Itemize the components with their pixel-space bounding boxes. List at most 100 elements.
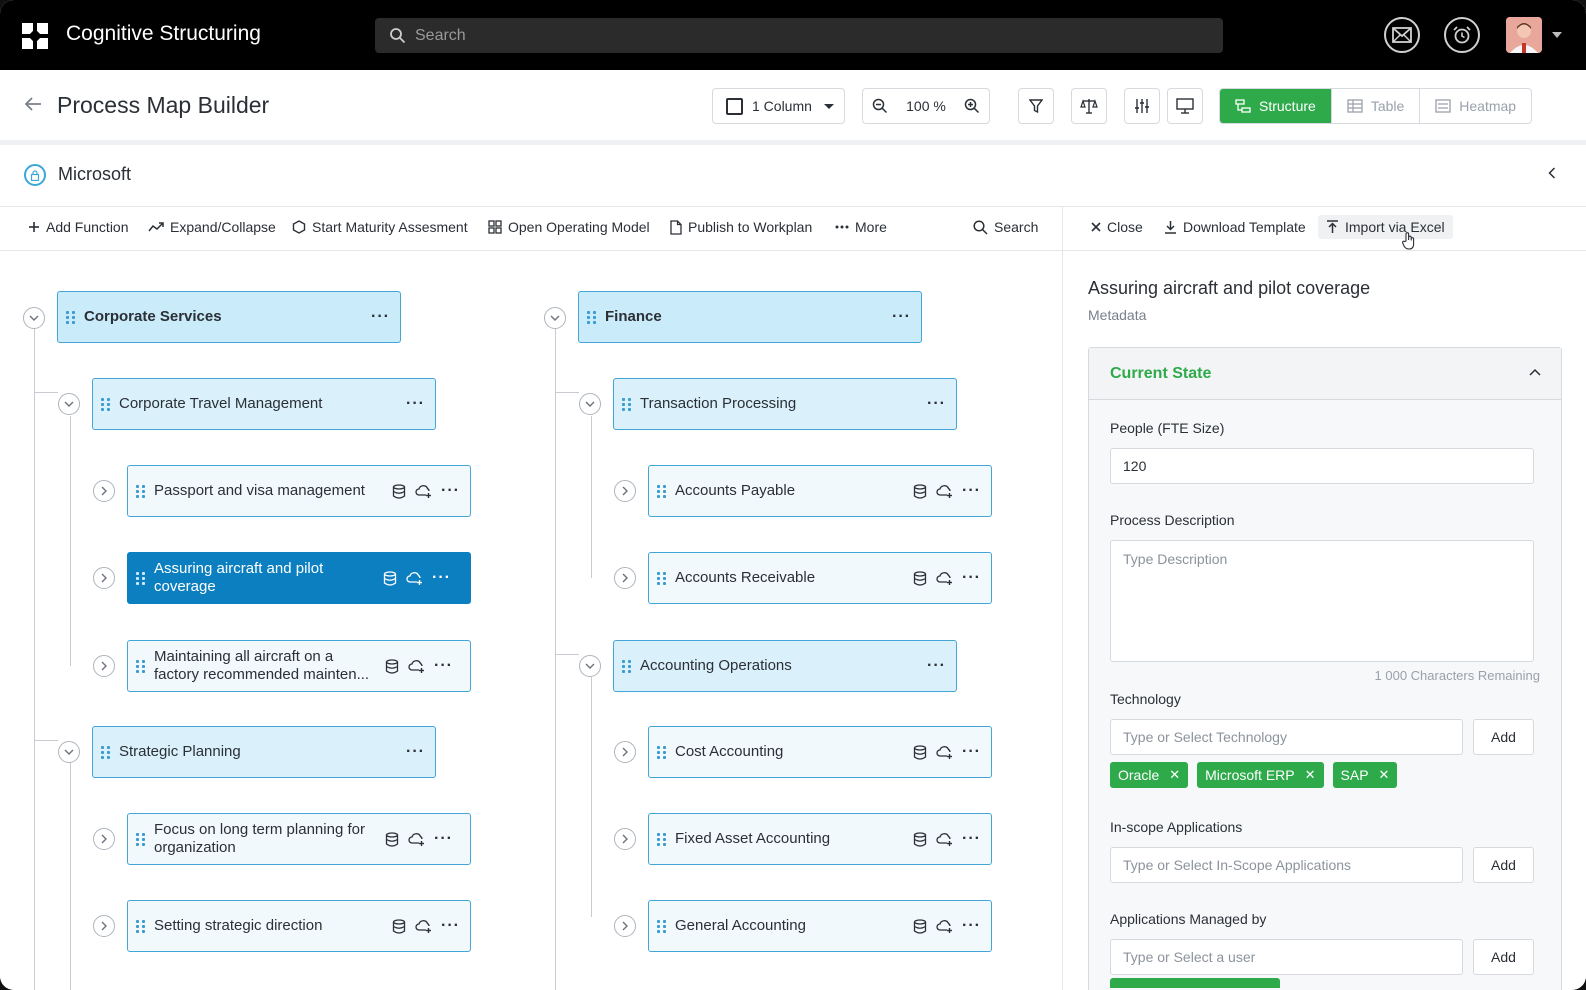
drag-handle-icon[interactable] (136, 484, 146, 498)
drag-handle-icon[interactable] (66, 310, 76, 324)
presentation-button[interactable] (1167, 88, 1203, 124)
more-horizontal-icon[interactable]: ··· (434, 830, 453, 848)
add-manager-button[interactable]: Add (1473, 939, 1534, 975)
drag-handle-icon[interactable] (136, 571, 146, 585)
database-icon[interactable] (385, 658, 399, 674)
drag-handle-icon[interactable] (587, 310, 597, 324)
process-group-node[interactable]: Accounting Operations ··· (613, 640, 957, 692)
publish-button[interactable]: Publish to Workplan (670, 219, 812, 235)
process-node[interactable]: Accounts Receivable ··· (648, 552, 992, 604)
cloud-add-icon[interactable] (936, 832, 953, 847)
description-textarea[interactable] (1110, 540, 1534, 662)
zoom-in-button[interactable] (955, 89, 989, 123)
process-node[interactable]: Focus on long term planning for organiza… (127, 813, 471, 865)
applications-input[interactable] (1110, 847, 1463, 883)
app-logo-icon[interactable] (22, 23, 48, 49)
process-node[interactable]: Cost Accounting ··· (648, 726, 992, 778)
add-technology-button[interactable]: Add (1473, 719, 1534, 755)
collapse-toggle[interactable] (23, 307, 45, 329)
expand-toggle[interactable] (614, 828, 636, 850)
chevron-down-icon[interactable] (1552, 32, 1562, 38)
messages-button[interactable] (1384, 17, 1420, 53)
cloud-add-icon[interactable] (936, 571, 953, 586)
drag-handle-icon[interactable] (657, 571, 667, 585)
process-node-selected[interactable]: Assuring aircraft and pilot coverage ··· (127, 552, 471, 604)
cloud-add-icon[interactable] (408, 659, 425, 674)
more-horizontal-icon[interactable]: ··· (371, 308, 390, 326)
collapse-toggle[interactable] (579, 655, 601, 677)
function-node[interactable]: Corporate Services ··· (57, 291, 401, 343)
balance-button[interactable] (1071, 88, 1107, 124)
chevron-left-icon[interactable] (1548, 167, 1556, 179)
drag-handle-icon[interactable] (622, 659, 632, 673)
more-horizontal-icon[interactable]: ··· (406, 743, 425, 761)
cloud-add-icon[interactable] (408, 832, 425, 847)
chevron-up-icon[interactable] (1529, 368, 1541, 376)
more-horizontal-icon[interactable]: ··· (927, 657, 946, 675)
cloud-add-icon[interactable] (415, 484, 432, 499)
add-function-button[interactable]: Add Function (28, 219, 129, 235)
save-button-partial[interactable] (1110, 978, 1280, 988)
expand-toggle[interactable] (93, 655, 115, 677)
tab-heatmap[interactable]: Heatmap (1419, 89, 1531, 123)
alarm-button[interactable] (1444, 17, 1480, 53)
drag-handle-icon[interactable] (136, 659, 146, 673)
add-application-button[interactable]: Add (1473, 847, 1534, 883)
back-arrow-icon[interactable] (24, 96, 42, 112)
database-icon[interactable] (383, 570, 397, 586)
cloud-add-icon[interactable] (415, 919, 432, 934)
technology-input[interactable] (1110, 719, 1463, 755)
more-horizontal-icon[interactable]: ··· (406, 395, 425, 413)
current-state-header[interactable]: Current State (1089, 348, 1561, 400)
more-horizontal-icon[interactable]: ··· (892, 308, 911, 326)
process-node[interactable]: Setting strategic direction ··· (127, 900, 471, 952)
tab-structure[interactable]: Structure (1220, 89, 1331, 123)
expand-toggle[interactable] (93, 828, 115, 850)
more-horizontal-icon[interactable]: ··· (962, 743, 981, 761)
open-operating-model-button[interactable]: Open Operating Model (488, 219, 650, 235)
drag-handle-icon[interactable] (622, 397, 632, 411)
database-icon[interactable] (913, 831, 927, 847)
database-icon[interactable] (913, 744, 927, 760)
drag-handle-icon[interactable] (657, 832, 667, 846)
filter-button[interactable] (1018, 88, 1054, 124)
process-group-node[interactable]: Transaction Processing ··· (613, 378, 957, 430)
database-icon[interactable] (913, 918, 927, 934)
global-search[interactable] (375, 18, 1223, 53)
managed-by-input[interactable] (1110, 939, 1463, 975)
expand-toggle[interactable] (614, 915, 636, 937)
collapse-toggle[interactable] (58, 741, 80, 763)
tree-search-button[interactable]: Search (973, 219, 1038, 235)
process-group-node[interactable]: Corporate Travel Management ··· (92, 378, 436, 430)
expand-toggle[interactable] (614, 741, 636, 763)
process-node[interactable]: Passport and visa management ··· (127, 465, 471, 517)
cloud-add-icon[interactable] (936, 745, 953, 760)
start-maturity-button[interactable]: Start Maturity Assesment (292, 219, 468, 235)
cloud-add-icon[interactable] (936, 484, 953, 499)
download-template-button[interactable]: Download Template (1164, 219, 1306, 235)
more-horizontal-icon[interactable]: ··· (962, 569, 981, 587)
more-horizontal-icon[interactable]: ··· (434, 657, 453, 675)
expand-toggle[interactable] (93, 567, 115, 589)
collapse-toggle[interactable] (544, 307, 566, 329)
process-node[interactable]: General Accounting ··· (648, 900, 992, 952)
expand-toggle[interactable] (614, 480, 636, 502)
drag-handle-icon[interactable] (101, 397, 111, 411)
collapse-toggle[interactable] (58, 393, 80, 415)
more-horizontal-icon[interactable]: ··· (962, 830, 981, 848)
expand-toggle[interactable] (93, 915, 115, 937)
more-horizontal-icon[interactable]: ··· (432, 569, 451, 587)
more-horizontal-icon[interactable]: ··· (927, 395, 946, 413)
database-icon[interactable] (392, 483, 406, 499)
remove-tag-icon[interactable]: ✕ (1169, 767, 1180, 783)
settings-sliders-button[interactable] (1124, 88, 1160, 124)
more-horizontal-icon[interactable]: ··· (441, 917, 460, 935)
collapse-toggle[interactable] (579, 393, 601, 415)
close-button[interactable]: Close (1091, 219, 1143, 235)
expand-toggle[interactable] (93, 480, 115, 502)
drag-handle-icon[interactable] (657, 745, 667, 759)
column-select[interactable]: 1 Column (712, 88, 845, 124)
more-horizontal-icon[interactable]: ··· (441, 482, 460, 500)
process-map-canvas[interactable]: Corporate Services ··· Corporate Travel … (0, 252, 1062, 990)
drag-handle-icon[interactable] (136, 832, 146, 846)
